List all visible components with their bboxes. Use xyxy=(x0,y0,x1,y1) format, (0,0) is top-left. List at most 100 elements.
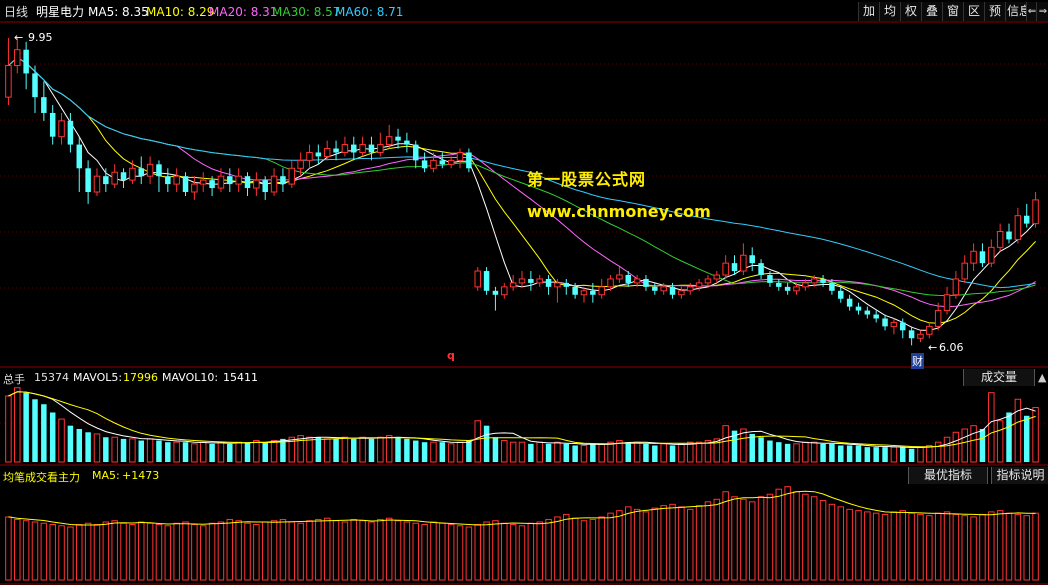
dropdown-arrow-icon[interactable]: ▲ xyxy=(1038,371,1046,384)
candle-up xyxy=(501,286,508,296)
volume-bar-up xyxy=(580,444,588,463)
candle-up xyxy=(253,179,260,189)
fuquan-add-button[interactable]: 加 xyxy=(858,2,879,21)
indicator-bar xyxy=(129,524,136,581)
volume-bar-down xyxy=(85,432,91,462)
indicator-bar xyxy=(412,522,419,581)
candle-up xyxy=(199,179,207,185)
range-button[interactable]: 区 xyxy=(963,2,984,21)
indicator-bar xyxy=(899,510,906,581)
volume-bar-down xyxy=(32,399,38,462)
volume-bar-up xyxy=(456,441,464,463)
volume-bar-down xyxy=(483,425,490,462)
indicator-bar xyxy=(447,524,455,581)
volume-bar-down xyxy=(466,440,472,462)
candle-down xyxy=(882,318,888,327)
ma60-legend: MA60: 8.71 xyxy=(335,5,404,19)
indicator-bar xyxy=(775,488,783,581)
indicator-bar xyxy=(102,521,110,581)
candle-up xyxy=(988,246,995,264)
indicator-help-button[interactable]: 指标说明 xyxy=(991,467,1048,484)
volume-bar-down xyxy=(209,443,215,462)
candle-up xyxy=(686,286,694,292)
best-indicator-button[interactable]: 最优指标 xyxy=(908,467,988,484)
indicator-bar xyxy=(527,522,535,581)
indicator-bar xyxy=(226,518,234,581)
volume-bar-down xyxy=(120,438,127,462)
volume-bar-down xyxy=(829,443,835,462)
forecast-button[interactable]: 预 xyxy=(984,2,1005,21)
volume-bar-down xyxy=(439,442,446,462)
indicator-bar xyxy=(146,522,154,581)
indicator-bar xyxy=(731,496,738,581)
indicator-bar xyxy=(501,522,508,581)
volume-bar-down xyxy=(590,443,596,462)
candle-up xyxy=(430,159,437,169)
volume-bar-down xyxy=(855,445,862,462)
indicator-bar xyxy=(554,516,561,581)
candle-up xyxy=(970,250,977,264)
volume-bar-down xyxy=(979,428,986,462)
rights-button[interactable]: 权 xyxy=(900,2,921,21)
period-label[interactable]: 日线 xyxy=(4,4,28,20)
volume-bar-down xyxy=(262,442,268,462)
overlay-button[interactable]: 叠 xyxy=(921,2,942,21)
volume-bar-up xyxy=(810,441,818,463)
candle-up xyxy=(377,144,384,153)
volume-bar-up xyxy=(607,441,614,463)
volume-bar-down xyxy=(669,445,676,462)
indicator-bar xyxy=(589,518,597,581)
indicator-bar xyxy=(332,520,340,581)
chart-canvas[interactable] xyxy=(0,0,1048,585)
candle-down xyxy=(280,176,286,185)
candle-down xyxy=(1023,215,1030,224)
ma-line-button[interactable]: 均 xyxy=(879,2,900,21)
high-price-label: 9.95 xyxy=(28,31,53,44)
candle-down xyxy=(85,168,91,192)
candle-up xyxy=(926,325,933,335)
volume-bar-down xyxy=(23,392,29,462)
indicator-bar xyxy=(660,505,667,581)
indicator-bar xyxy=(350,518,358,581)
finance-marker[interactable]: 财 xyxy=(911,353,924,369)
candle-down xyxy=(758,263,764,275)
candle-up xyxy=(536,278,543,284)
candle-down xyxy=(838,290,844,299)
low-arrow-icon: ← xyxy=(928,341,938,354)
candle-up xyxy=(802,282,809,288)
indicator-bar xyxy=(67,526,74,581)
indicator-bar xyxy=(713,498,721,581)
volume-bar-down xyxy=(244,442,251,462)
candle-up xyxy=(447,159,455,165)
volume-bar-down xyxy=(758,437,764,462)
indicator-bar xyxy=(934,512,942,581)
volume-bar-down xyxy=(652,445,658,462)
volume-bar-up xyxy=(518,441,526,463)
volume-bar-up xyxy=(704,440,712,463)
volume-bar-up xyxy=(306,436,313,463)
indicator-bar xyxy=(819,500,827,581)
event-marker-q[interactable]: q xyxy=(447,349,455,362)
candle-down xyxy=(776,282,782,287)
candle-up xyxy=(509,282,517,288)
volume-selector[interactable]: 成交量 xyxy=(963,369,1035,386)
indicator-bar xyxy=(465,526,473,581)
candle-down xyxy=(395,136,401,141)
indicator-bar xyxy=(377,518,384,581)
candle-down xyxy=(873,314,879,319)
candle-up xyxy=(323,148,331,157)
volume-bar-down xyxy=(76,428,83,462)
volume-bar-up xyxy=(996,420,1004,463)
arrow-right-icon[interactable]: ⇒ xyxy=(1036,2,1048,21)
indicator-bar xyxy=(917,513,924,581)
indicator-bar xyxy=(509,524,517,581)
candle-up xyxy=(793,286,800,292)
indicator-bar xyxy=(279,518,287,581)
indicator-bar xyxy=(642,511,650,581)
candle-down xyxy=(32,73,38,98)
indicator-bar xyxy=(607,512,614,581)
window-button[interactable]: 窗 xyxy=(942,2,963,21)
candle-down xyxy=(165,176,171,185)
candle-down xyxy=(864,310,871,315)
volume-bar-up xyxy=(633,441,641,463)
